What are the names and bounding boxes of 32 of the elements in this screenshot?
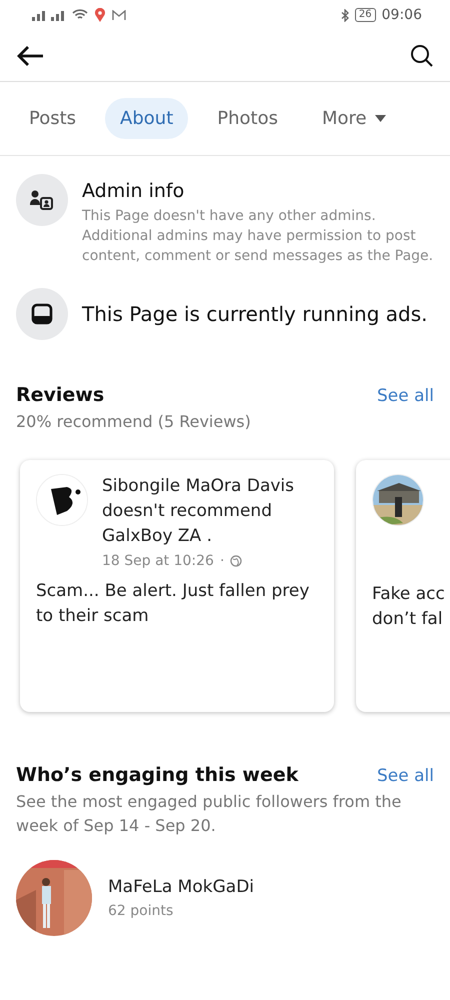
review-summary: 20% recommend (5 Reviews) [16, 411, 252, 433]
section-description: See the most engaged public followers from the week of Sep 14 - Sep 20. [16, 791, 402, 837]
see-all-link[interactable]: See all [377, 386, 434, 406]
review-date: 18 Sep at 10:26 [102, 553, 214, 569]
see-all-link[interactable]: See all [377, 766, 434, 786]
review-text: Scam... Be alert. Just fallen prey to their scam [36, 580, 310, 628]
back-arrow-icon[interactable] [16, 44, 44, 66]
avatar [36, 474, 88, 526]
info-description: This Page doesn't have any other admins. Additional admins may have permission to post content, comment or send messages as the Page. [82, 207, 434, 266]
tab[interactable]: About [105, 98, 188, 139]
bluetooth-icon [340, 8, 349, 22]
clock-time: 09:06 [382, 7, 422, 23]
info-title: This Page is currently running ads. [82, 302, 428, 326]
tab[interactable]: Photos [202, 98, 293, 139]
info-title: Admin info [82, 180, 186, 202]
separator-dot: · [220, 553, 224, 569]
screen-icon [31, 303, 53, 325]
search-icon[interactable] [410, 44, 434, 68]
admin-person-icon [30, 189, 54, 211]
follower-points: 62 points [108, 903, 174, 919]
review-header: Sibongile MaOra Davis doesn't recommend GalxBoy ZA . [102, 475, 296, 548]
tab[interactable]: Posts [14, 98, 92, 139]
review-text: Fake acc don’t fal [372, 583, 446, 631]
mail-icon [112, 10, 126, 20]
section-title: Reviews [16, 384, 104, 406]
battery-level: 26 [354, 8, 376, 22]
signal-icon [32, 9, 66, 21]
tab[interactable]: More [307, 98, 401, 139]
follower-name: MaFeLa MokGaDi [108, 877, 254, 897]
location-pin-icon [94, 8, 106, 22]
wifi-icon [72, 9, 88, 21]
section-title: Who’s engaging this week [16, 764, 298, 786]
